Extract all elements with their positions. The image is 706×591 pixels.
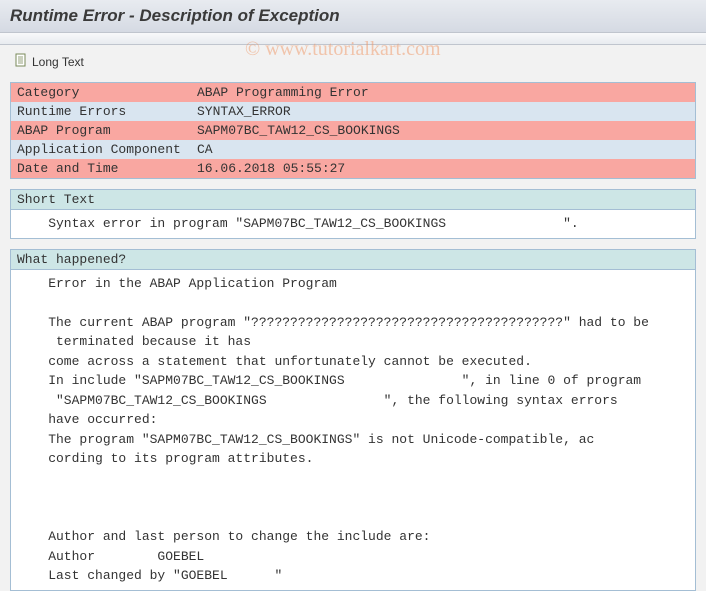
info-row: Date and Time16.06.2018 05:55:27 bbox=[11, 159, 695, 178]
info-value: SYNTAX_ERROR bbox=[191, 102, 695, 121]
what-happened-body: Error in the ABAP Application Program Th… bbox=[11, 270, 695, 590]
long-text-button[interactable]: Long Text bbox=[10, 51, 88, 72]
short-text-body: Syntax error in program "SAPM07BC_TAW12_… bbox=[11, 210, 695, 238]
sub-title-bar bbox=[0, 33, 706, 45]
info-label: Application Component bbox=[11, 140, 191, 159]
info-row: CategoryABAP Programming Error bbox=[11, 83, 695, 102]
info-label: Date and Time bbox=[11, 159, 191, 178]
info-value: ABAP Programming Error bbox=[191, 83, 695, 102]
short-text-header: Short Text bbox=[11, 190, 695, 210]
error-info-table: CategoryABAP Programming ErrorRuntime Er… bbox=[10, 82, 696, 179]
info-row: Application ComponentCA bbox=[11, 140, 695, 159]
info-row: ABAP ProgramSAPM07BC_TAW12_CS_BOOKINGS bbox=[11, 121, 695, 140]
what-happened-header: What happened? bbox=[11, 250, 695, 270]
info-label: Category bbox=[11, 83, 191, 102]
toolbar: Long Text bbox=[0, 45, 706, 78]
what-happened-section: What happened? Error in the ABAP Applica… bbox=[10, 249, 696, 591]
info-label: Runtime Errors bbox=[11, 102, 191, 121]
document-icon bbox=[14, 53, 32, 70]
info-row: Runtime ErrorsSYNTAX_ERROR bbox=[11, 102, 695, 121]
info-label: ABAP Program bbox=[11, 121, 191, 140]
page-title: Runtime Error - Description of Exception bbox=[0, 0, 706, 33]
info-value: CA bbox=[191, 140, 695, 159]
long-text-label: Long Text bbox=[32, 55, 84, 69]
short-text-section: Short Text Syntax error in program "SAPM… bbox=[10, 189, 696, 239]
info-value: SAPM07BC_TAW12_CS_BOOKINGS bbox=[191, 121, 695, 140]
info-value: 16.06.2018 05:55:27 bbox=[191, 159, 695, 178]
